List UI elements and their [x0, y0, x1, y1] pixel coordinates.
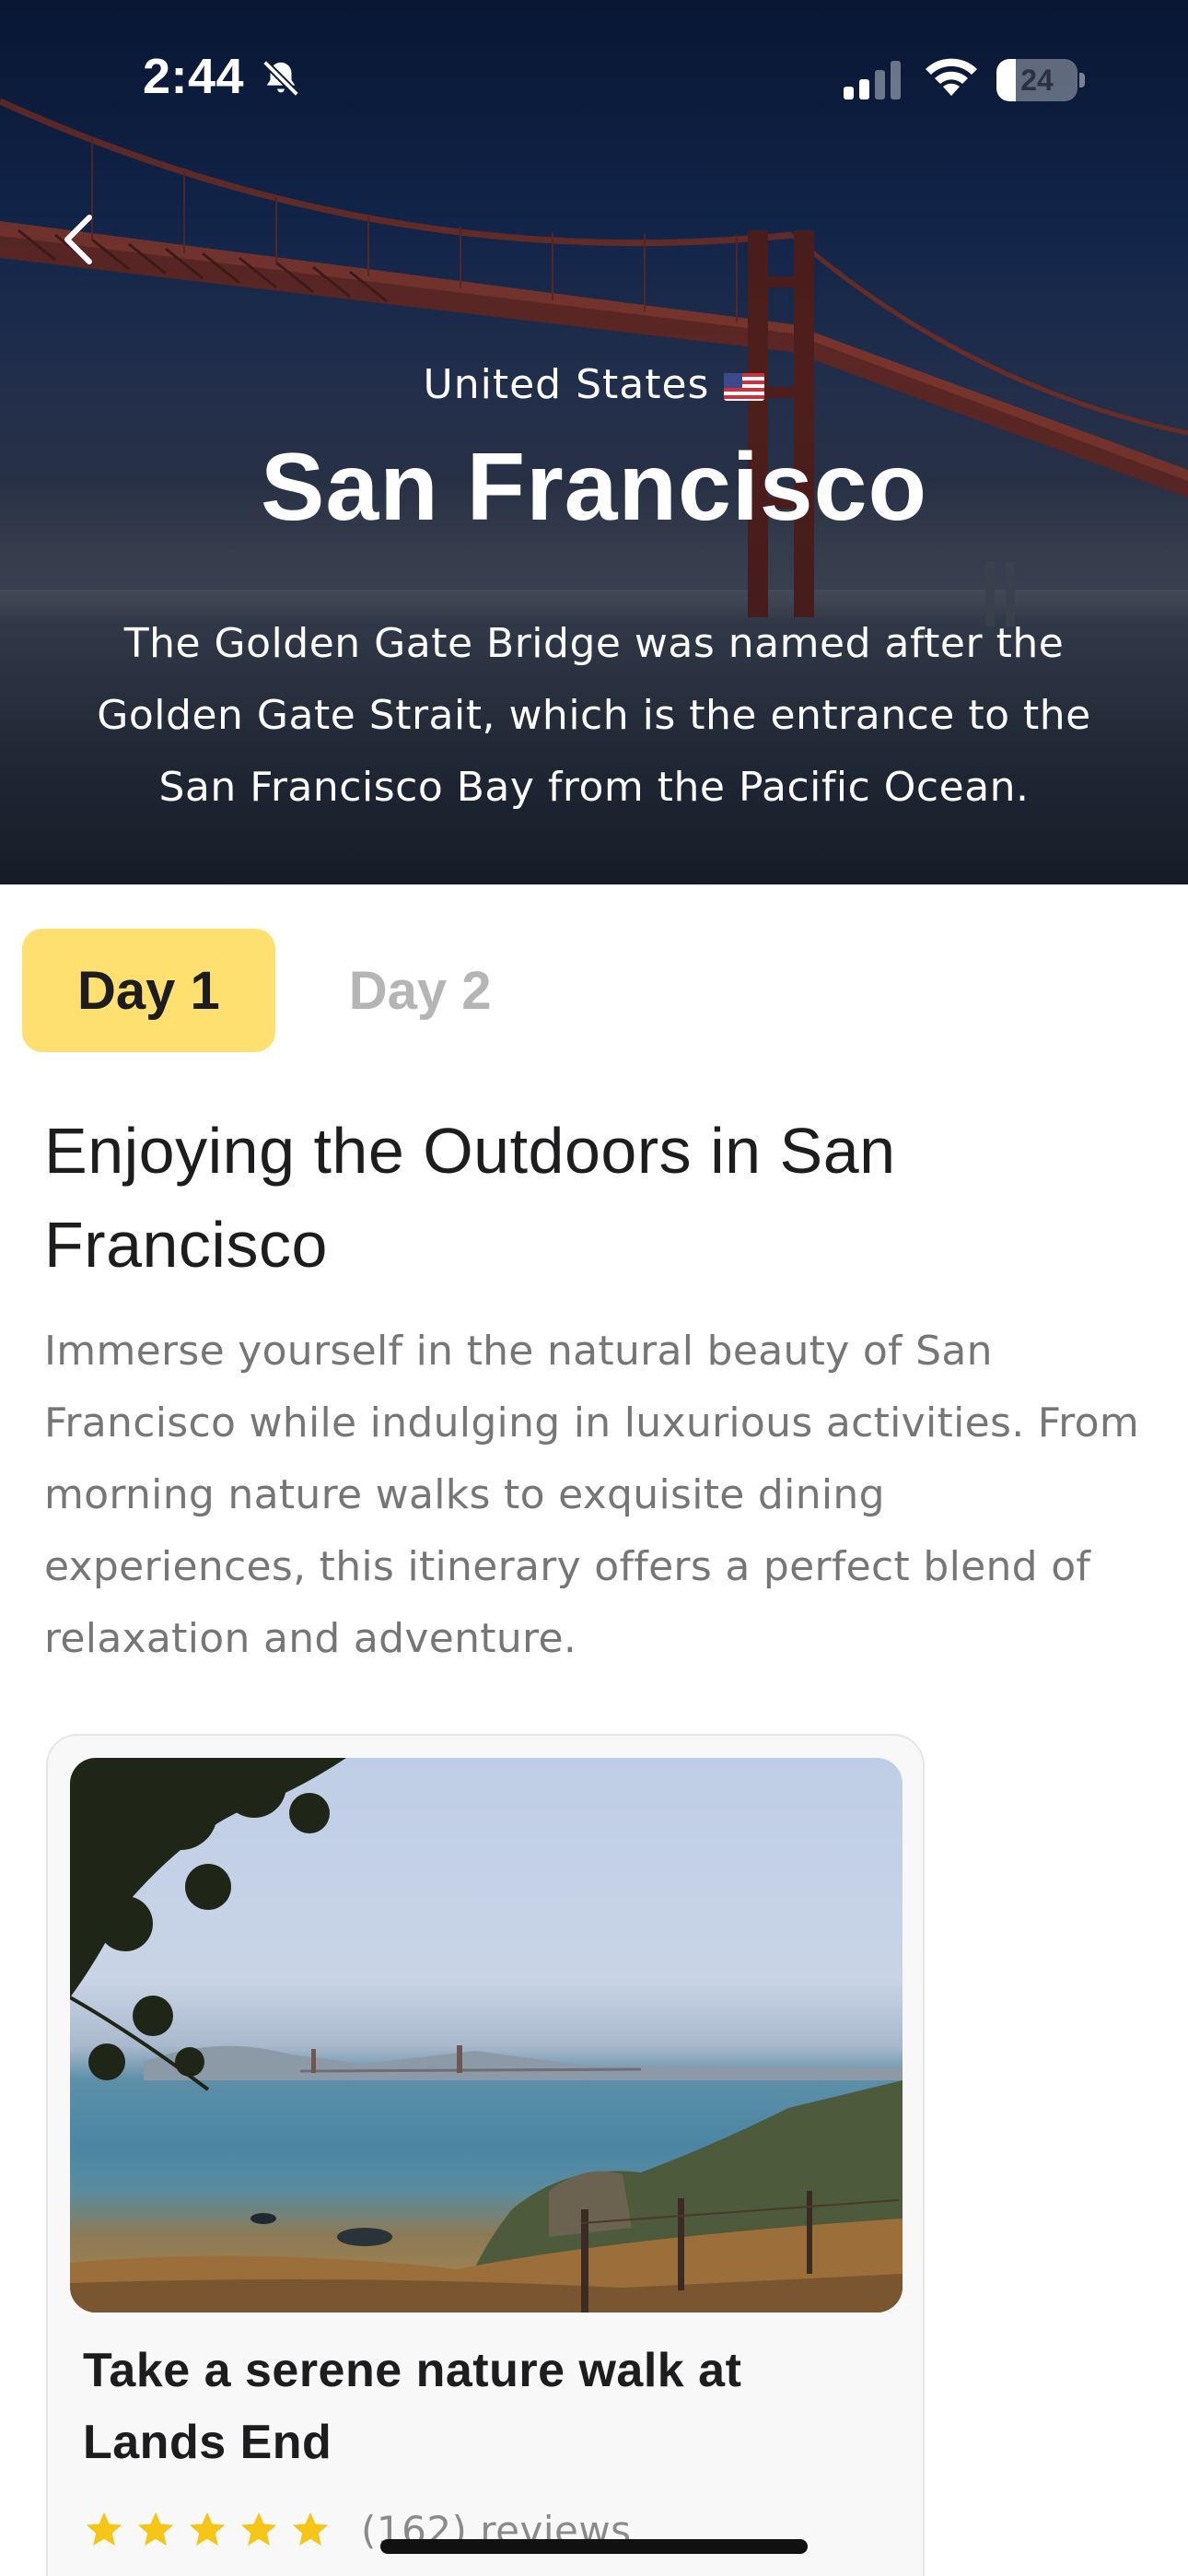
- battery-level: 24: [1020, 64, 1054, 97]
- star-icon: [86, 2512, 122, 2547]
- chevron-left-icon: [64, 215, 92, 264]
- home-indicator[interactable]: [380, 2539, 808, 2554]
- star-icon: [137, 2512, 174, 2547]
- country-name: United States: [423, 361, 710, 408]
- tab-day-1[interactable]: Day 1: [22, 929, 275, 1052]
- star-icon: [189, 2512, 226, 2547]
- cellular-signal-icon: [844, 61, 901, 100]
- wifi-icon: [926, 58, 977, 96]
- activity-card[interactable]: Take a serene nature walk at Lands End (…: [46, 1734, 925, 2576]
- back-button[interactable]: [46, 203, 111, 276]
- battery-icon: 24: [996, 59, 1085, 101]
- bell-slash-icon: [262, 60, 299, 97]
- us-flag-icon: [724, 373, 765, 401]
- tab-day-2[interactable]: Day 2: [331, 929, 510, 1052]
- status-time: 2:44: [143, 49, 245, 104]
- country-label: United States: [0, 361, 1188, 408]
- city-title: San Francisco: [261, 434, 927, 541]
- city-description: The Golden Gate Bridge was named after t…: [97, 620, 1091, 811]
- star-icon: [292, 2512, 329, 2547]
- activity-title: Take a serene nature walk at Lands End: [83, 2344, 742, 2469]
- day-title: Enjoying the Outdoors in San Francisco: [44, 1115, 896, 1281]
- status-bar: 2:44 24: [0, 0, 1188, 157]
- star-icon: [240, 2512, 277, 2547]
- lands-end-photo: [70, 1758, 903, 2313]
- day-tabs: Day 1 Day 2: [22, 929, 510, 1052]
- day-description: Immerse yourself in the natural beauty o…: [44, 1328, 1139, 1662]
